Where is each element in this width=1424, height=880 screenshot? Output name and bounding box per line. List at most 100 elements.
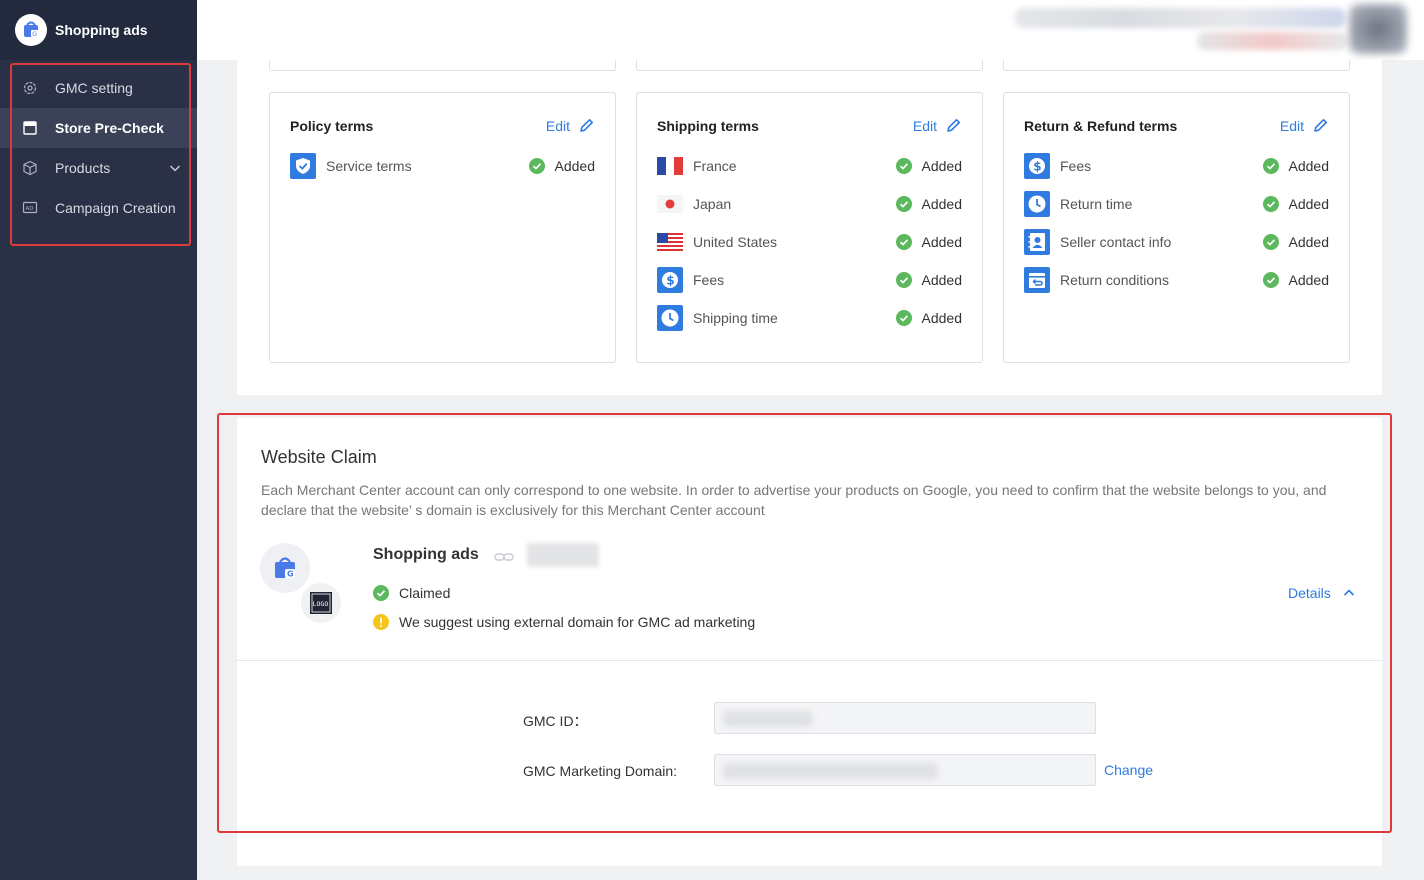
clock-icon (657, 305, 683, 331)
status-badge: Added (895, 196, 962, 212)
status-badge: Added (895, 272, 962, 288)
flag-france-icon (657, 153, 683, 179)
list-item: Japan Added (657, 191, 962, 217)
edit-shipping-button[interactable]: Edit (913, 117, 962, 134)
redacted-header-info (1015, 8, 1345, 28)
refund-terms-card: Return & Refund terms Edit $ Fees Added … (1003, 92, 1350, 363)
divider (237, 660, 1382, 661)
svg-text:$: $ (666, 274, 674, 288)
ad-icon: AD (22, 200, 38, 216)
check-circle-icon (1262, 234, 1279, 250)
pencil-icon (580, 119, 593, 132)
clock-icon (1024, 191, 1050, 217)
list-item: Return time Added (1024, 191, 1329, 217)
gmc-id-field[interactable] (714, 702, 1096, 734)
sidebar-item-products[interactable]: Products (0, 148, 197, 188)
details-toggle[interactable]: Details (1288, 585, 1355, 601)
sidebar-nav: GMC setting Store Pre-Check Products AD … (0, 68, 197, 228)
redacted-header-info (1197, 32, 1347, 50)
check-circle-icon (528, 158, 545, 174)
dollar-icon: $ (1024, 153, 1050, 179)
gear-icon (22, 80, 38, 96)
list-item: Seller contact info Added (1024, 229, 1329, 255)
previous-card-edge (1003, 60, 1350, 71)
status-badge: Added (895, 310, 962, 326)
sidebar-item-label: GMC setting (55, 80, 133, 96)
check-circle-icon (895, 234, 912, 250)
list-item: $ Fees Added (1024, 153, 1329, 179)
gmc-domain-field[interactable] (714, 754, 1096, 786)
pencil-icon (947, 119, 960, 132)
sidebar-item-store-pre-check[interactable]: Store Pre-Check (0, 108, 197, 148)
sidebar-item-label: Products (55, 160, 111, 176)
shipping-terms-card: Shipping terms Edit France Added Japan A… (636, 92, 983, 363)
change-domain-link[interactable]: Change (1104, 762, 1153, 778)
chevron-down-icon[interactable] (169, 161, 181, 177)
list-item: France Added (657, 153, 962, 179)
list-item: Service terms Added (290, 153, 595, 179)
edit-refund-button[interactable]: Edit (1280, 117, 1329, 134)
sidebar: G Shopping ads GMC setting Store Pre-Che… (0, 0, 197, 880)
logo-text: LOGO (313, 600, 329, 608)
claim-status: Claimed (373, 585, 450, 601)
brand[interactable]: G Shopping ads (0, 0, 197, 60)
card-title: Policy terms (290, 118, 374, 134)
svg-text:$: $ (1033, 160, 1041, 174)
chevron-up-icon (1343, 589, 1354, 596)
edit-policy-button[interactable]: Edit (546, 117, 595, 134)
list-item: Shipping time Added (657, 305, 962, 331)
sidebar-item-label: Store Pre-Check (55, 120, 164, 136)
store-icon (22, 120, 38, 136)
list-item: Return conditions Added (1024, 267, 1329, 293)
check-circle-icon (1262, 158, 1279, 174)
status-badge: Added (1262, 234, 1329, 250)
app-title: Shopping ads (55, 22, 148, 38)
shopping-bag-icon: G (15, 14, 47, 46)
check-circle-icon (1262, 196, 1279, 212)
sidebar-item-label: Campaign Creation (55, 200, 176, 216)
svg-text:G: G (287, 570, 294, 579)
gmc-id-label: GMC ID： (523, 713, 588, 729)
status-badge: Added (1262, 158, 1329, 174)
warning-icon (373, 614, 389, 630)
store-logo: LOGO (301, 583, 341, 623)
redacted-value (723, 763, 938, 779)
shopping-bag-icon: G (260, 543, 310, 593)
svg-text:AD: AD (26, 206, 34, 212)
check-circle-icon (1262, 272, 1279, 288)
list-item: United States Added (657, 229, 962, 255)
card-title: Return & Refund terms (1024, 118, 1178, 134)
shield-icon (290, 153, 316, 179)
flag-us-icon (657, 229, 683, 255)
return-icon (1024, 267, 1050, 293)
section-description: Each Merchant Center account can only co… (261, 482, 1327, 518)
check-circle-icon (895, 272, 912, 288)
sidebar-item-campaign-creation[interactable]: AD Campaign Creation (0, 188, 197, 228)
check-circle-icon (373, 585, 389, 601)
box-icon (22, 160, 38, 176)
shop-name: Shopping ads (373, 546, 479, 563)
redacted-domain (527, 543, 599, 567)
previous-card-edge (269, 60, 616, 71)
dollar-icon: $ (657, 267, 683, 293)
check-circle-icon (895, 158, 912, 174)
redacted-value (723, 711, 813, 727)
status-badge: Added (528, 158, 595, 174)
card-title: Shipping terms (657, 118, 759, 134)
sidebar-item-gmc-setting[interactable]: GMC setting (0, 68, 197, 108)
claim-warning: We suggest using external domain for GMC… (373, 614, 755, 630)
status-badge: Added (895, 158, 962, 174)
check-circle-icon (895, 310, 912, 326)
status-badge: Added (895, 234, 962, 250)
gmc-domain-label: GMC Marketing Domain: (523, 763, 678, 779)
policy-terms-card: Policy terms Edit Service terms Added (269, 92, 616, 363)
section-title: Website Claim (261, 447, 377, 467)
previous-card-edge (636, 60, 983, 71)
pencil-icon (1314, 119, 1327, 132)
svg-text:G: G (32, 31, 37, 38)
status-badge: Added (1262, 272, 1329, 288)
avatar[interactable] (1349, 4, 1407, 54)
status-badge: Added (1262, 196, 1329, 212)
top-header (197, 0, 1424, 60)
check-circle-icon (895, 196, 912, 212)
